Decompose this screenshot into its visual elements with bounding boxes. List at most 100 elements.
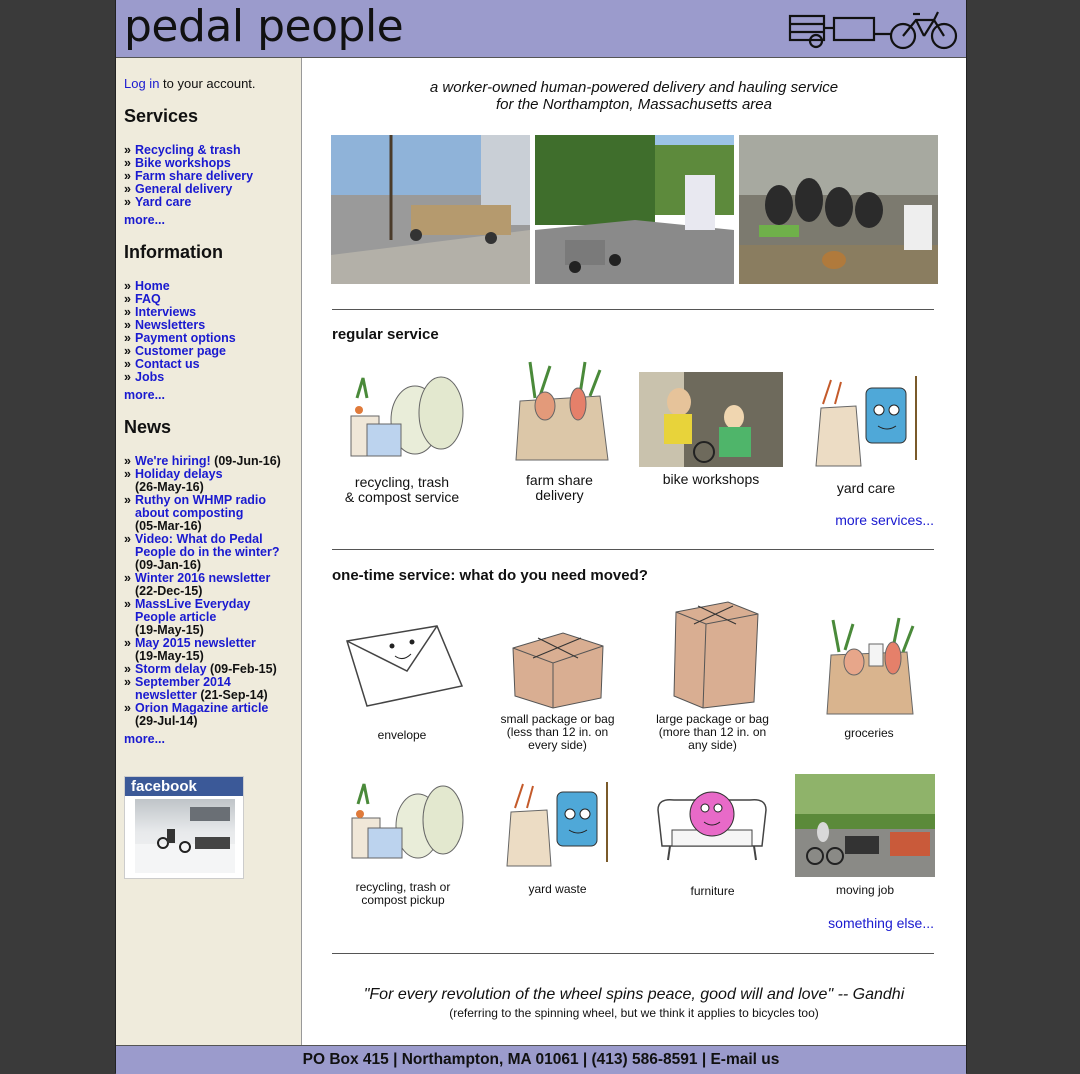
info-link[interactable]: Payment options [135,331,236,345]
divider-1 [332,309,934,310]
news-link[interactable]: May 2015 newsletter [135,636,256,650]
recycling-bags-icon [350,376,464,457]
service-farm-share[interactable]: farm share delivery [492,356,627,503]
news-link[interactable]: We're hiring! [135,454,211,468]
photo-group-portrait [739,135,938,284]
news-item[interactable]: May 2015 newsletter(19-May-15) [124,637,296,663]
news-date: (26-May-16) [135,480,204,494]
news-date: (09-Feb-15) [210,662,277,676]
news-link[interactable]: Video: What do Pedal People do in the wi… [135,532,279,559]
services-link[interactable]: Farm share delivery [135,169,253,183]
photo-bike-on-road [535,135,734,284]
yard-waste-icon [815,376,917,467]
news-date: (05-Mar-16) [135,519,202,533]
regular-service-heading: regular service [332,326,439,343]
site-header: pedal people [116,0,966,58]
news-heading: News [124,417,172,437]
news-date: (19-May-15) [135,623,204,637]
onetime-furniture[interactable]: furniture [645,780,780,898]
news-item[interactable]: September 2014 newsletter (21-Sep-14) [124,676,275,702]
info-item[interactable]: Jobs [124,370,236,385]
produce-bag-icon [514,361,609,461]
facebook-label[interactable]: facebook [125,777,243,796]
login-line: Log in to your account. [124,76,256,91]
news-item[interactable]: Orion Magazine article(29-Jul-14) [124,702,296,728]
info-link[interactable]: Customer page [135,344,226,358]
divider-2 [332,549,934,550]
envelope-icon [346,625,464,707]
login-link[interactable]: Log in [124,76,159,91]
info-link[interactable]: Contact us [135,357,200,371]
news-item[interactable]: Winter 2016 newsletter(22-Dec-15) [124,572,296,598]
information-heading: Information [124,242,223,262]
onetime-small-package[interactable]: small package or bag (less than 12 in. o… [490,618,625,752]
services-link[interactable]: Recycling & trash [135,143,241,157]
services-link[interactable]: Yard care [135,195,191,209]
info-link[interactable]: Home [135,279,170,293]
onetime-envelope[interactable]: envelope [332,616,472,742]
facebook-widget[interactable]: facebook [124,776,244,879]
tagline: a worker-owned human-powered delivery an… [302,79,966,113]
page-frame: pedal people Log in to your account. Ser… [115,0,967,1074]
services-heading: Services [124,106,199,126]
service-caption: & compost service [344,489,460,505]
news-date: (19-May-15) [135,649,204,663]
onetime-moving-job[interactable]: moving job [795,774,935,897]
groceries-icon [826,617,915,715]
service-yard-care[interactable]: yard care [796,368,936,496]
service-bike-workshops[interactable]: bike workshops [638,372,784,487]
information-more-link[interactable]: more... [124,388,165,402]
info-link[interactable]: Jobs [135,370,164,384]
more-services-link[interactable]: more services... [835,512,934,528]
onetime-yard-waste[interactable]: yard waste [490,776,625,896]
furniture-icon [657,791,767,861]
yard-waste-icon [506,782,608,867]
services-more-link[interactable]: more... [124,213,165,227]
service-recycling-trash[interactable]: recycling, trash & compost service [332,358,472,505]
tagline-line-2: for the Northampton, Massachusetts area [496,96,772,113]
onetime-groceries[interactable]: groceries [804,610,934,740]
news-link[interactable]: MassLive Everyday People article [135,597,250,624]
news-more-link[interactable]: more... [124,732,165,746]
services-link[interactable]: Bike workshops [135,156,231,170]
news-date: (22-Dec-15) [135,584,203,598]
one-time-service-heading: one-time service: what do you need moved… [332,567,648,584]
information-list: Home FAQ Interviews Newsletters Payment … [124,279,236,385]
site-footer[interactable]: PO Box 415 | Northampton, MA 01061 | (41… [116,1045,966,1074]
recycling-bags-icon [351,783,464,859]
onetime-recycling-pickup[interactable]: recycling, trash or compost pickup [332,774,474,907]
gandhi-quote: "For every revolution of the wheel spins… [363,986,905,1003]
bike-workshop-photo [639,372,783,467]
news-item[interactable]: Holiday delays(26-May-16) [124,468,296,494]
onetime-caption: envelope [377,728,427,742]
services-link[interactable]: General delivery [135,182,232,196]
news-link[interactable]: Ruthy on WHMP radio about composting [135,493,266,520]
info-link[interactable]: Interviews [135,305,196,319]
news-item[interactable]: Ruthy on WHMP radio about composting(05-… [124,494,275,533]
info-link[interactable]: Newsletters [135,318,205,332]
services-item[interactable]: Yard care [124,195,253,210]
news-item[interactable]: MassLive Everyday People article(19-May-… [124,598,260,637]
news-link[interactable]: Orion Magazine article [135,701,268,715]
small-package-icon [511,632,604,709]
service-caption: farm share [526,472,593,488]
service-caption: delivery [535,487,584,503]
site-title[interactable]: pedal people [124,2,404,52]
onetime-caption: furniture [690,884,735,898]
info-link[interactable]: FAQ [135,292,161,306]
something-else-link[interactable]: something else... [828,915,934,931]
news-link[interactable]: Storm delay [135,662,207,676]
onetime-caption: compost pickup [361,893,445,907]
photo-trailer-hauling [331,135,530,284]
onetime-caption: any side) [688,738,737,752]
news-link[interactable]: Holiday delays [135,467,223,481]
news-list: We're hiring! (09-Jun-16) Holiday delays… [124,455,296,728]
facebook-photo[interactable] [135,799,235,873]
news-link[interactable]: Winter 2016 newsletter [135,571,270,585]
large-package-icon [672,601,759,709]
onetime-large-package[interactable]: large package or bag (more than 12 in. o… [645,598,780,752]
news-item[interactable]: Video: What do Pedal People do in the wi… [124,533,287,572]
service-caption: recycling, trash [354,474,450,490]
news-date: (21-Sep-14) [200,688,268,702]
services-list: Recycling & trash Bike workshops Farm sh… [124,143,253,210]
